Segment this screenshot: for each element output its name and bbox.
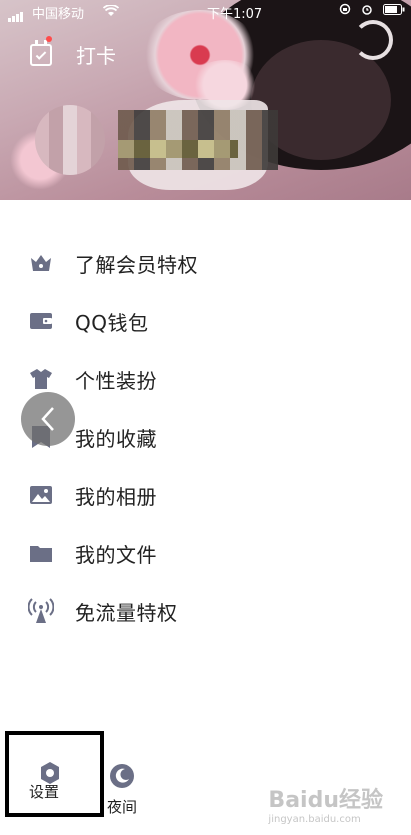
menu-item-label: 我的收藏 [75, 426, 157, 451]
floating-back-button[interactable] [21, 392, 75, 446]
calendar-check-icon [30, 39, 52, 66]
status-time: 下午1:07 [207, 7, 263, 22]
menu-item-label: 个性装扮 [75, 368, 157, 393]
carrier-name: 中国移动 [32, 7, 85, 22]
profile-header-banner[interactable]: 中国移动 下午1:07 打卡 [0, 0, 411, 200]
notification-dot [46, 36, 52, 42]
photo-icon [28, 482, 54, 508]
cellular-signal-icon [8, 7, 24, 22]
menu-item-free-data[interactable]: 免流量特权 [0, 582, 411, 640]
menu-item-label: 我的相册 [75, 484, 157, 509]
chevron-left-icon [38, 405, 58, 433]
crown-icon [28, 250, 54, 276]
menu-item-files[interactable]: 我的文件 [0, 524, 411, 582]
status-bar: 中国移动 下午1:07 [0, 0, 411, 24]
clock-in-label: 打卡 [76, 44, 116, 68]
menu-item-vip-privileges[interactable]: 了解会员特权 [0, 234, 411, 292]
battery-icon [383, 4, 405, 19]
signal-tower-icon [28, 598, 54, 624]
clock-in-button[interactable]: 打卡 [30, 39, 116, 69]
settings-label: 设置 [29, 783, 60, 801]
watermark-logo: Baidu经验 jingyan.baidu.com [268, 788, 383, 825]
wallet-icon [28, 308, 54, 334]
menu-item-label: 免流量特权 [75, 600, 178, 625]
menu-item-label: QQ钱包 [75, 310, 149, 335]
folder-icon [28, 540, 54, 566]
wifi-icon [102, 4, 120, 21]
moon-icon [109, 763, 135, 789]
rotation-lock-icon [339, 3, 355, 19]
tshirt-icon [28, 366, 54, 392]
drawer-bottom-bar: 设置 夜间 Baidu经验 jingyan.baidu.com [0, 731, 411, 835]
menu-item-albums[interactable]: 我的相册 [0, 466, 411, 524]
menu-item-label: 我的文件 [75, 542, 157, 567]
blurred-signature [118, 140, 238, 158]
avatar[interactable] [35, 105, 105, 175]
menu-item-label: 了解会员特权 [75, 252, 198, 277]
status-right-icons [333, 3, 405, 19]
banner-art-swirl [353, 20, 393, 60]
night-mode-label: 夜间 [107, 798, 138, 816]
menu-item-qq-wallet[interactable]: QQ钱包 [0, 292, 411, 350]
alarm-icon [361, 4, 377, 19]
settings-button[interactable]: 设置 [5, 731, 104, 817]
